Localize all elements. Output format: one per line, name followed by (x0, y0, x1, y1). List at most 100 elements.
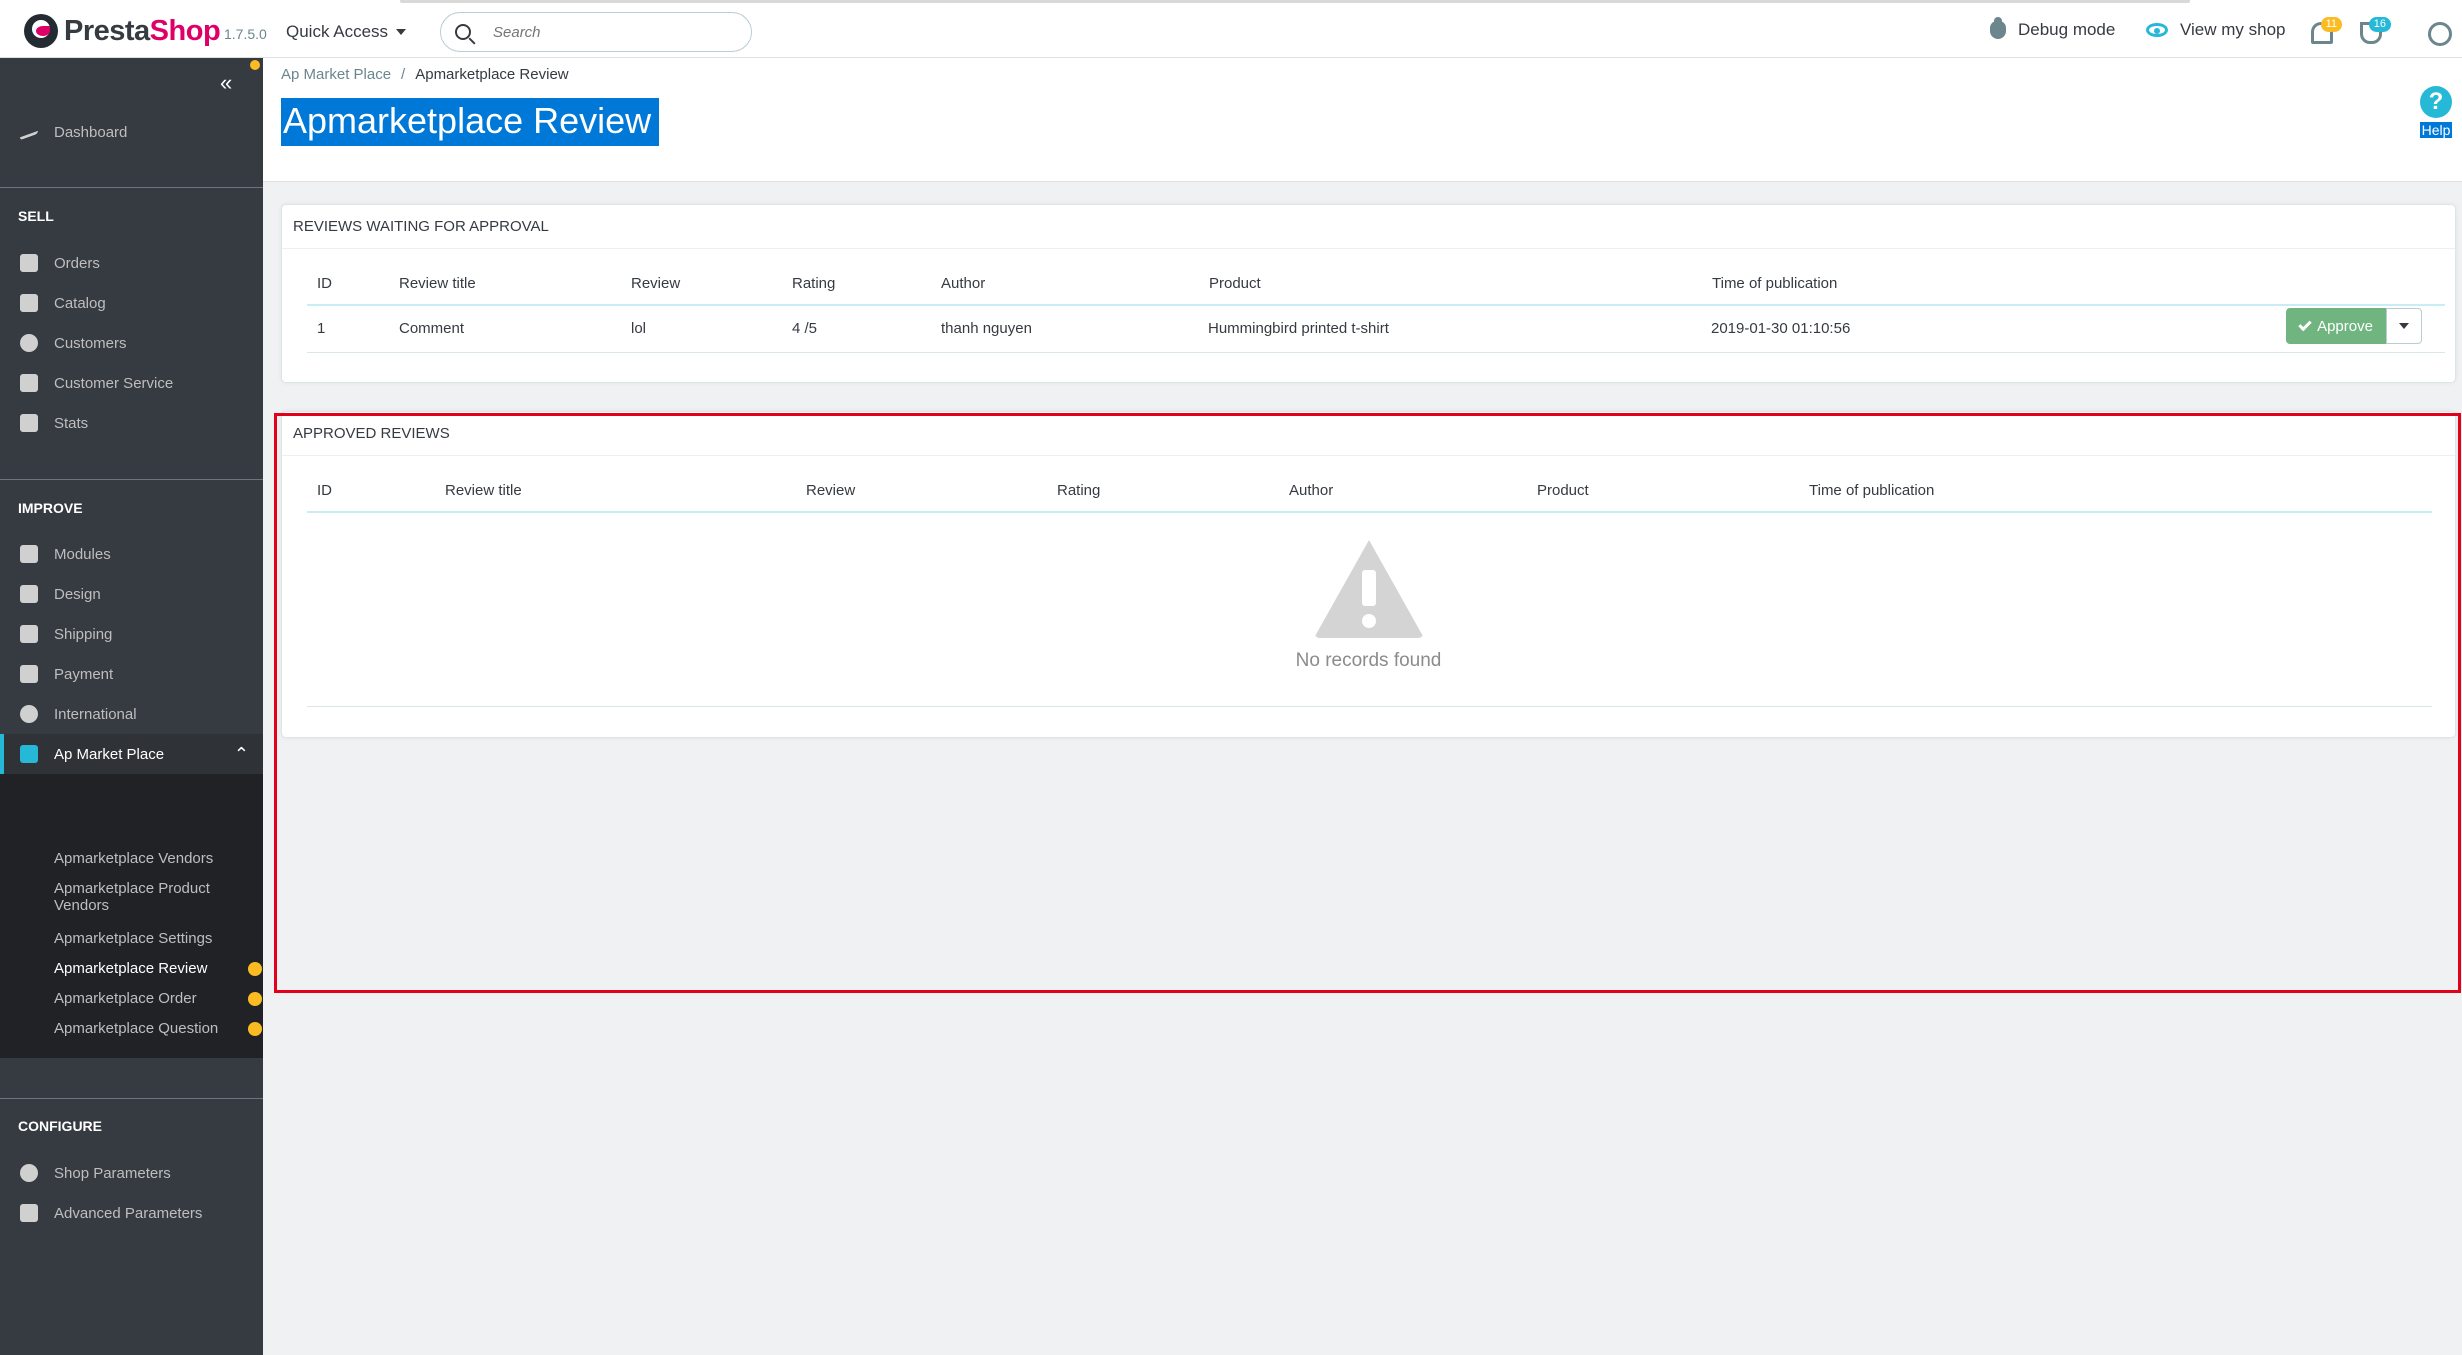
cell-id: 1 (317, 320, 326, 337)
monitor-icon (20, 585, 38, 603)
quick-access-dropdown[interactable]: Quick Access (286, 22, 407, 42)
debug-mode-link[interactable]: Debug mode (1990, 17, 2116, 40)
column-header-rating[interactable]: Rating (792, 275, 835, 292)
sidebar-item-ap-market-place[interactable]: Ap Market Place ⌃ (0, 734, 263, 774)
sidebar-item-international[interactable]: International (0, 694, 263, 734)
column-header-author[interactable]: Author (941, 275, 985, 292)
sidebar-item-payment[interactable]: Payment (0, 654, 263, 694)
store-icon (20, 294, 38, 312)
credit-card-icon (20, 665, 38, 683)
caret-down-icon (396, 29, 407, 35)
sidebar-item-catalog[interactable]: Catalog (0, 283, 263, 323)
sidebar-item-stats[interactable]: Stats (0, 403, 263, 443)
notifications-badge: 11 (2320, 17, 2342, 32)
submenu-item-order[interactable]: Apmarketplace Order (54, 990, 254, 1007)
cell-review-title: Comment (399, 320, 465, 337)
sidebar-item-label: Dashboard (54, 123, 128, 141)
search-box[interactable] (440, 12, 752, 52)
sidebar-item-label: Shop Parameters (54, 1164, 171, 1182)
breadcrumb-current: Apmarketplace Review (415, 66, 569, 83)
sidebar-item-shipping[interactable]: Shipping (0, 614, 263, 654)
submenu-item-settings[interactable]: Apmarketplace Settings (54, 930, 254, 947)
debug-mode-label: Debug mode (2018, 20, 2116, 39)
submenu-item-question[interactable]: Apmarketplace Question (54, 1020, 254, 1037)
breadcrumb-separator: / (401, 66, 406, 83)
sidebar-item-orders[interactable]: Orders (0, 243, 263, 283)
puzzle-icon (20, 545, 38, 563)
top-progress-line (0, 0, 2462, 4)
cell-rating: 4 /5 (792, 320, 818, 337)
eye-icon (2146, 23, 2168, 37)
sidebar-item-customer-service[interactable]: Customer Service (0, 363, 263, 403)
help-label: Help (2420, 122, 2452, 138)
sidebar-item-dashboard[interactable]: Dashboard (0, 112, 263, 152)
view-shop-label: View my shop (2180, 20, 2286, 39)
top-header: PrestaShop 1.7.5.0 Quick Access Debug mo… (0, 0, 2462, 58)
page-toolbar: Ap Market Place / Apmarketplace Review A… (263, 58, 2462, 182)
submenu-item-vendors[interactable]: Apmarketplace Vendors (54, 850, 254, 867)
sidebar-item-label: Advanced Parameters (54, 1204, 203, 1222)
ap-market-place-submenu: Apmarketplace Vendors Apmarketplace Prod… (0, 774, 263, 1058)
chat-icon (20, 374, 38, 392)
basket-icon (20, 254, 38, 272)
sidebar-item-label: Catalog (54, 294, 106, 312)
orders-badge: 16 (2368, 17, 2391, 32)
sidebar-item-advanced-parameters[interactable]: Advanced Parameters (0, 1193, 263, 1233)
trending-up-icon (20, 123, 38, 141)
approve-button[interactable]: Approve (2286, 308, 2386, 344)
collapse-sidebar-button[interactable]: « (220, 70, 232, 96)
sidebar-item-modules[interactable]: Modules (0, 534, 263, 574)
prestashop-logo[interactable]: PrestaShop (24, 14, 221, 48)
breadcrumb-parent[interactable]: Ap Market Place (281, 66, 391, 83)
column-header-time[interactable]: Time of publication (1712, 275, 1837, 292)
sidebar-item-label: Stats (54, 414, 89, 432)
reviews-waiting-panel: REVIEWS WAITING FOR APPROVAL ID Review t… (281, 204, 2456, 383)
help-circle-icon: ? (2420, 86, 2452, 118)
cell-review: lol (631, 320, 647, 337)
cell-author: thanh nguyen (941, 320, 1032, 337)
search-icon[interactable] (455, 24, 471, 40)
sidebar-item-shop-parameters[interactable]: Shop Parameters (0, 1153, 263, 1193)
submenu-item-review[interactable]: Apmarketplace Review (54, 960, 254, 977)
review-notification-dot (248, 962, 262, 976)
sidebar-item-label: Payment (54, 665, 114, 683)
panel-title: REVIEWS WAITING FOR APPROVAL (282, 205, 2455, 249)
section-title-sell: SELL (18, 208, 54, 224)
chevron-up-icon: ⌃ (233, 744, 249, 764)
column-header-id[interactable]: ID (317, 275, 332, 292)
highlight-annotation-box (274, 413, 2461, 993)
orders-trophy-icon[interactable]: 16 (2360, 17, 2391, 44)
sidebar-item-customers[interactable]: Customers (0, 323, 263, 363)
column-header-review-title[interactable]: Review title (399, 275, 476, 292)
puffin-logo-icon (24, 14, 58, 48)
sidebar-notification-dot (250, 60, 260, 70)
section-title-improve: IMPROVE (18, 500, 83, 516)
version-label: 1.7.5.0 (224, 26, 267, 42)
sidebar-item-label: Ap Market Place (54, 745, 165, 763)
cart-icon (20, 745, 38, 763)
approve-label: Approve (2317, 317, 2373, 335)
view-shop-link[interactable]: View my shop (2146, 20, 2286, 40)
column-header-product[interactable]: Product (1209, 275, 1261, 292)
question-notification-dot (248, 1022, 262, 1036)
notifications-bell-icon[interactable]: 11 (2311, 17, 2342, 44)
sidebar-item-label: Orders (54, 254, 100, 272)
section-title-configure: CONFIGURE (18, 1118, 102, 1134)
submenu-item-product-vendors[interactable]: Apmarketplace Product Vendors (54, 880, 254, 914)
sidebar-item-label: Modules (54, 545, 111, 563)
bug-icon (1990, 17, 2006, 39)
sidebar-item-design[interactable]: Design (0, 574, 263, 614)
check-icon (2298, 317, 2312, 332)
search-input[interactable] (491, 22, 731, 42)
globe-icon (20, 705, 38, 723)
cell-product: Hummingbird printed t-shirt (1208, 320, 1389, 337)
help-button[interactable]: ? Help (2420, 86, 2452, 138)
quick-access-label: Quick Access (286, 22, 389, 41)
row-actions-dropdown-button[interactable] (2386, 308, 2422, 344)
column-header-review[interactable]: Review (631, 275, 680, 292)
user-account-icon[interactable] (2428, 22, 2452, 46)
order-notification-dot (248, 992, 262, 1006)
gear-icon (20, 1164, 38, 1182)
cell-time: 2019-01-30 01:10:56 (1711, 320, 1851, 337)
settings-box-icon (20, 1204, 38, 1222)
